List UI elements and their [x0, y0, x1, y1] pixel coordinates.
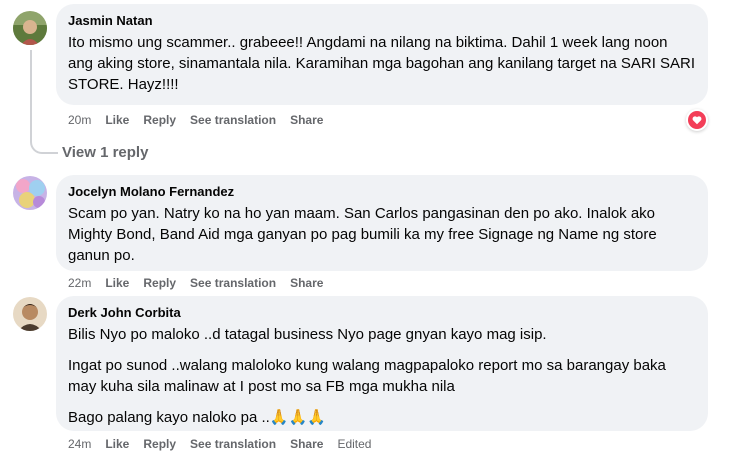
comment-author[interactable]: Derk John Corbita	[68, 304, 696, 321]
comment-bubble: Jocelyn Molano Fernandez Scam po yan. Na…	[56, 175, 708, 271]
avatar[interactable]	[13, 176, 47, 210]
comment-author[interactable]: Jasmin Natan	[68, 12, 696, 29]
comment-text: Bago palang kayo naloko pa ..🙏🙏🙏	[68, 409, 326, 426]
comment-timestamp[interactable]: 20m	[68, 113, 91, 127]
share-button[interactable]: Share	[290, 113, 323, 127]
reply-button[interactable]: Reply	[143, 437, 176, 451]
see-translation-button[interactable]: See translation	[190, 113, 276, 127]
comment-bubble: Derk John Corbita Bilis Nyo po maloko ..…	[56, 296, 708, 431]
avatar[interactable]	[13, 11, 47, 45]
heart-icon	[688, 111, 706, 129]
reply-button[interactable]: Reply	[143, 113, 176, 127]
comment-actions: 24m Like Reply See translation Share Edi…	[68, 436, 371, 452]
comment-actions: 20m Like Reply See translation Share	[68, 112, 323, 128]
like-button[interactable]: Like	[105, 437, 129, 451]
see-translation-button[interactable]: See translation	[190, 276, 276, 290]
comment-timestamp[interactable]: 24m	[68, 437, 91, 451]
share-button[interactable]: Share	[290, 276, 323, 290]
like-button[interactable]: Like	[105, 276, 129, 290]
edited-label: Edited	[337, 437, 372, 451]
like-button[interactable]: Like	[105, 113, 129, 127]
see-translation-button[interactable]: See translation	[190, 437, 276, 451]
reaction-badge[interactable]	[686, 109, 708, 131]
comment-text: Bilis Nyo po maloko ..d tatagal business…	[68, 326, 547, 343]
view-replies-link[interactable]: View 1 reply	[62, 144, 148, 161]
comment-actions: 22m Like Reply See translation Share	[68, 275, 323, 291]
comment-bubble: Jasmin Natan Ito mismo ung scammer.. gra…	[56, 4, 708, 105]
comment-text: Scam po yan. Natry ko na ho yan maam. Sa…	[68, 205, 657, 264]
reply-thread-line	[30, 50, 58, 154]
avatar[interactable]	[13, 297, 47, 331]
reply-button[interactable]: Reply	[143, 276, 176, 290]
comment-text: Ingat po sunod ..walang maloloko kung wa…	[68, 357, 666, 395]
comment-timestamp[interactable]: 22m	[68, 276, 91, 290]
share-button[interactable]: Share	[290, 437, 323, 451]
comment-author[interactable]: Jocelyn Molano Fernandez	[68, 183, 696, 200]
comment-text: Ito mismo ung scammer.. grabeee!! Angdam…	[68, 34, 696, 93]
